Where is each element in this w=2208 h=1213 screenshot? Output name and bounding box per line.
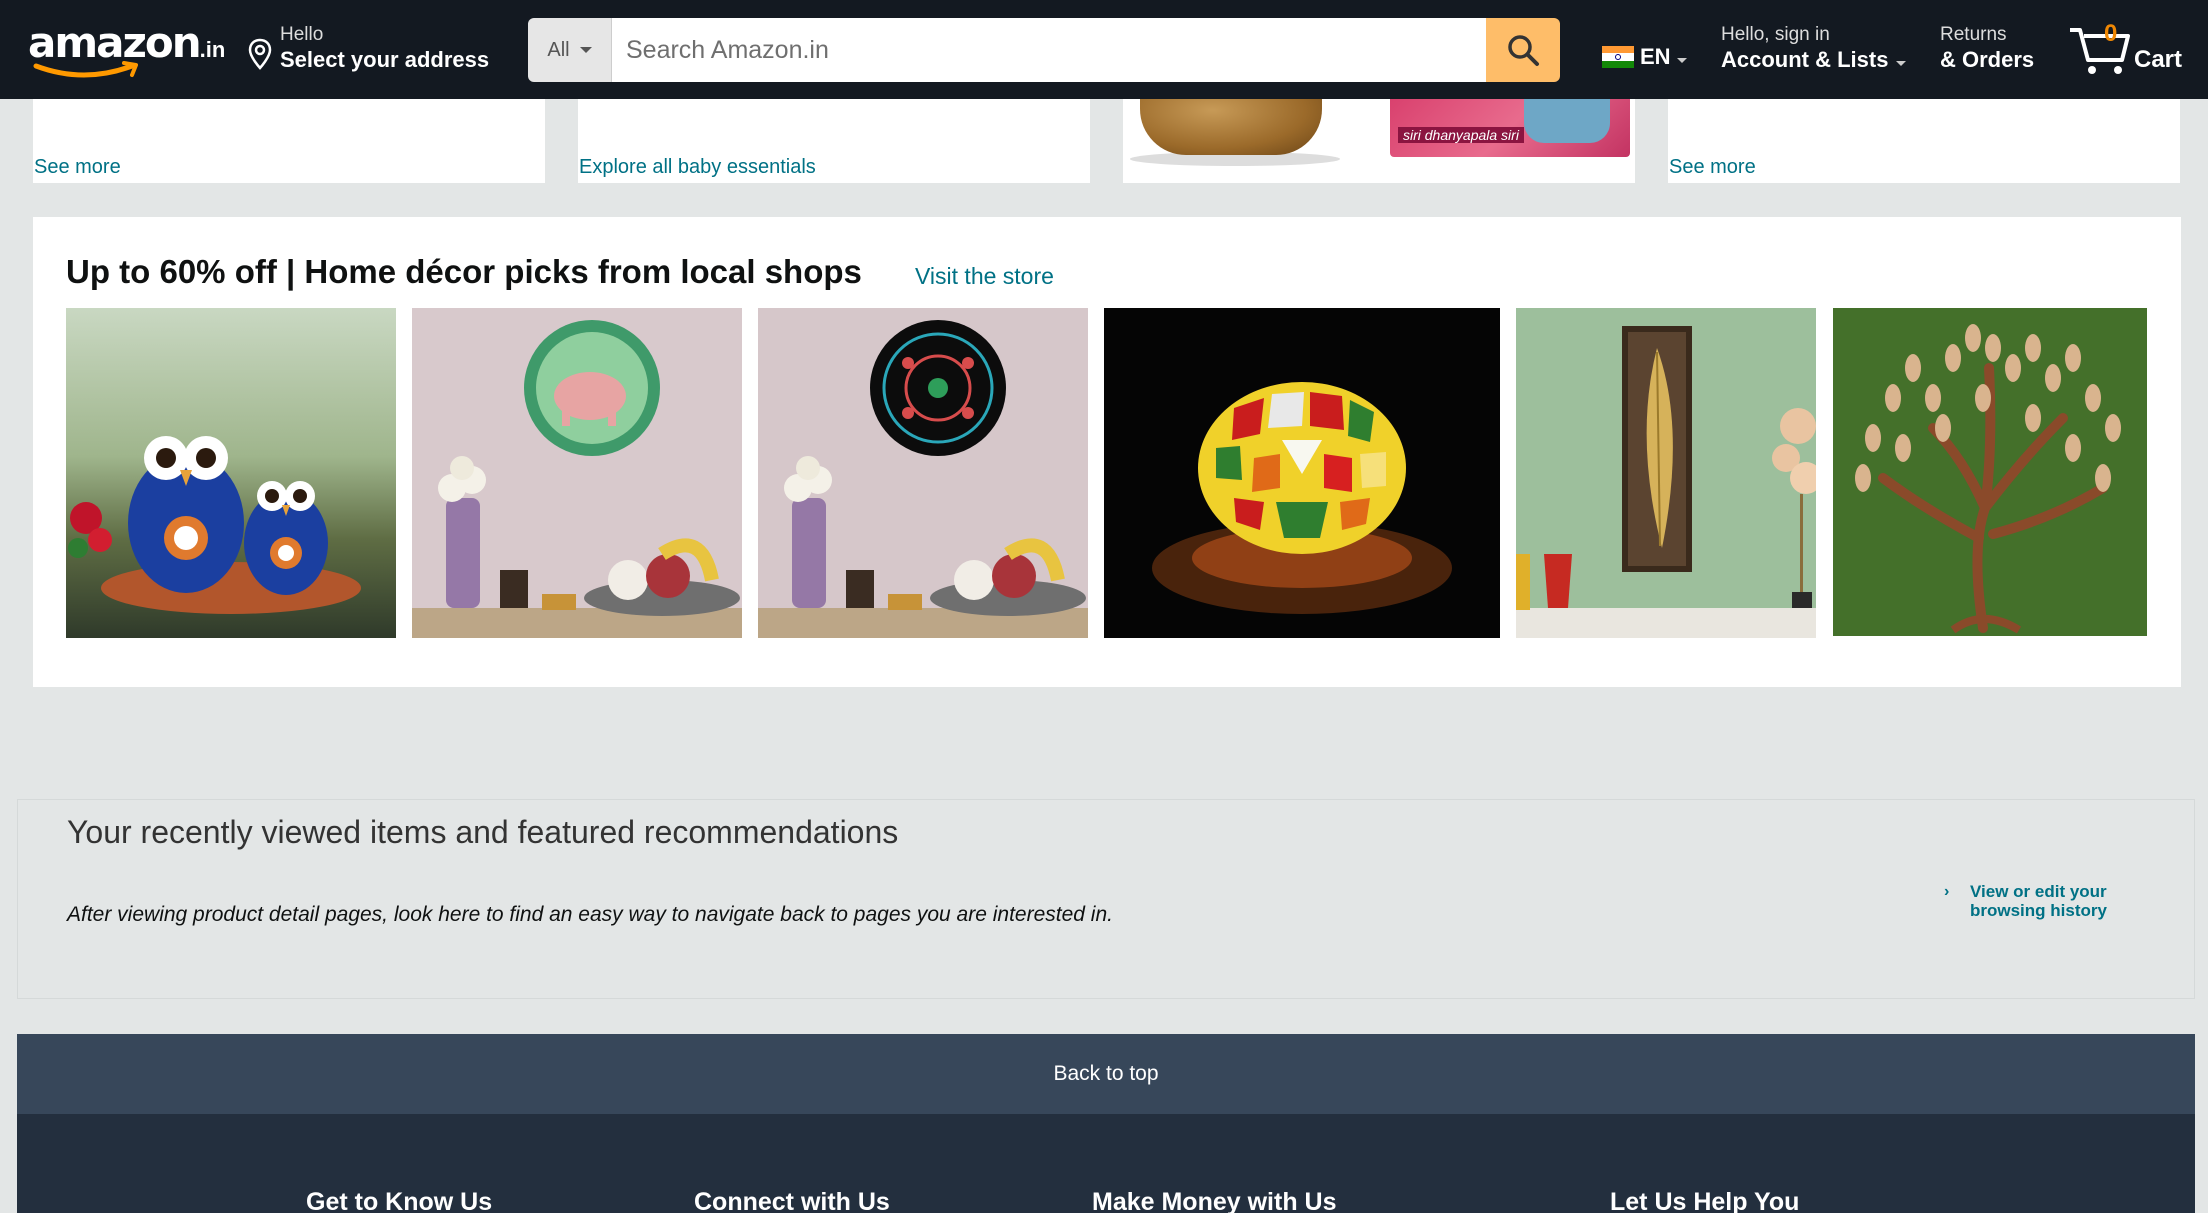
mosaic-tealight-holder-image xyxy=(1152,382,1452,614)
copper-tree-wall-art-image xyxy=(1833,308,2147,636)
logo-smile-icon xyxy=(33,61,138,78)
product-tile-owls[interactable] xyxy=(66,308,396,638)
amazon-logo[interactable]: amazon.in xyxy=(28,20,225,80)
product-box-image[interactable]: siri dhanyapala siri xyxy=(1390,99,1630,157)
account-caret-icon xyxy=(1896,60,1907,66)
product-tile-black-plate[interactable] xyxy=(758,308,1088,638)
dropdown-caret-icon xyxy=(579,47,592,53)
deliver-to-address[interactable]: Hello Select your address xyxy=(246,24,489,74)
returns-orders-link[interactable]: Returns & Orders xyxy=(1940,24,2034,74)
recently-viewed-section: Your recently viewed items and featured … xyxy=(17,799,2195,999)
visit-store-link[interactable]: Visit the store xyxy=(915,263,1054,290)
account-lists-label: Account & Lists xyxy=(1721,47,1889,72)
recently-viewed-description: After viewing product detail pages, look… xyxy=(67,903,1113,926)
category-card-1: See more xyxy=(33,99,545,183)
search-bar: All xyxy=(528,18,1560,82)
footer-col-get-to-know-us: Get to Know Us xyxy=(306,1188,493,1213)
home-decor-title: Up to 60% off | Home décor picks from lo… xyxy=(66,253,862,290)
search-category-dropdown[interactable]: All xyxy=(528,18,612,82)
search-category-label: All xyxy=(547,38,570,61)
gold-leaf-wall-frame-image xyxy=(1516,326,1816,638)
back-to-top-label: Back to top xyxy=(1053,1062,1159,1085)
account-lists-menu[interactable]: Hello, sign in Account & Lists xyxy=(1721,24,1907,74)
elephant-wall-plate-image xyxy=(412,320,742,638)
owl-figurines-image xyxy=(68,436,361,614)
baby-essentials-link[interactable]: Explore all baby essentials xyxy=(579,156,816,179)
site-footer: Get to Know Us Connect with Us Make Mone… xyxy=(17,1114,2195,1213)
box-artwork xyxy=(1524,99,1610,143)
orders-label: & Orders xyxy=(1940,47,2035,72)
black-wall-plate-image xyxy=(758,320,1088,638)
footer-col-let-us-help-you: Let Us Help You xyxy=(1610,1188,1800,1213)
location-pin-icon xyxy=(248,38,272,70)
india-flag-icon xyxy=(1602,46,1634,68)
product-tile-mosaic-lamp[interactable] xyxy=(1104,308,1500,638)
browsing-history-label: View or edit your browsing history xyxy=(1970,882,2107,920)
footer-col-connect-with-us: Connect with Us xyxy=(694,1188,890,1213)
product-tile-elephant-plate[interactable] xyxy=(412,308,742,638)
search-icon xyxy=(1508,35,1539,66)
product-tile-leaf-frame[interactable] xyxy=(1516,308,1816,638)
chevron-right-icon: › xyxy=(1944,883,1950,900)
address-hello: Hello xyxy=(280,24,324,45)
search-button[interactable] xyxy=(1486,18,1560,82)
search-input[interactable] xyxy=(612,18,1486,82)
language-selector[interactable]: EN xyxy=(1602,44,1687,70)
see-more-link[interactable]: See more xyxy=(34,156,121,179)
see-more-link-2[interactable]: See more xyxy=(1669,156,1756,179)
footer-col-make-money-with-us: Make Money with Us xyxy=(1092,1188,1337,1213)
category-card-4: See more xyxy=(1668,99,2180,183)
product-jar-image[interactable] xyxy=(1140,99,1322,155)
language-caret-icon xyxy=(1676,57,1687,63)
cart-label: Cart xyxy=(2134,46,2183,73)
nav-header: amazon.in Hello Select your address All xyxy=(0,0,2208,99)
cart-count: 0 xyxy=(2104,20,2118,47)
box-label: siri dhanyapala siri xyxy=(1398,127,1524,143)
product-tile-copper-tree[interactable] xyxy=(1833,308,2147,636)
select-address-label: Select your address xyxy=(280,47,490,72)
recently-viewed-title: Your recently viewed items and featured … xyxy=(67,814,899,850)
cart-icon xyxy=(2070,28,2130,74)
back-to-top-button[interactable]: Back to top xyxy=(17,1034,2195,1114)
cart-button[interactable]: 0 Cart xyxy=(2068,18,2188,80)
logo-domain: .in xyxy=(199,37,226,62)
browsing-history-link[interactable]: › View or edit your browsing history xyxy=(1944,882,2110,920)
home-decor-card: Up to 60% off | Home décor picks from lo… xyxy=(33,217,2181,687)
returns-label: Returns xyxy=(1940,24,2007,45)
account-hello: Hello, sign in xyxy=(1721,24,1830,45)
baby-essentials-card: Explore all baby essentials xyxy=(578,99,1090,183)
language-code: EN xyxy=(1640,44,1671,69)
